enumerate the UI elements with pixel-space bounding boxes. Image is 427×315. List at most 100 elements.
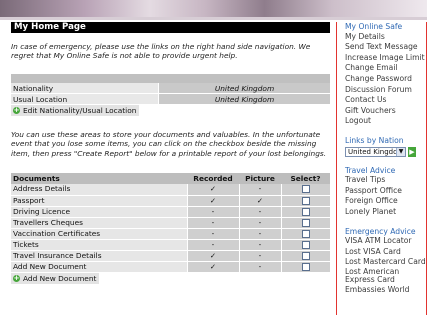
- nav-link-gift-vouchers[interactable]: Gift Vouchers: [345, 106, 426, 117]
- picture-mark: -: [238, 239, 281, 251]
- recorded-mark: ✓: [186, 195, 239, 207]
- select-checkbox[interactable]: [301, 240, 310, 249]
- select-cell: [280, 206, 330, 218]
- nav-link-change-email[interactable]: Change Email: [345, 63, 426, 74]
- document-name[interactable]: Tickets: [11, 239, 187, 251]
- recorded-mark: ✓: [186, 184, 239, 196]
- select-cell: [280, 239, 330, 251]
- select-cell: [280, 184, 330, 196]
- add-icon: +: [13, 106, 20, 114]
- recorded-mark: ✓: [186, 250, 239, 262]
- go-arrow-icon[interactable]: ▶: [408, 146, 416, 157]
- picture-column-header: Picture: [239, 173, 281, 184]
- document-name[interactable]: Travellers Cheques: [11, 217, 187, 229]
- nav-link-increase-image-limit[interactable]: Increase Image Limit: [345, 53, 426, 64]
- documents-column-header: Documents: [11, 173, 187, 184]
- storage-note: You can use these areas to store your do…: [11, 130, 327, 158]
- document-name[interactable]: Passport: [11, 195, 187, 207]
- section-heading: Links by Nation: [345, 135, 404, 145]
- select-checkbox[interactable]: [301, 185, 310, 194]
- usual-location-label: Usual Location: [11, 94, 158, 105]
- nav-link-discussion-forum[interactable]: Discussion Forum: [345, 85, 426, 96]
- document-name[interactable]: Travel Insurance Details: [11, 250, 187, 262]
- document-name[interactable]: Vaccination Certificates: [11, 228, 187, 240]
- add-new-document-button[interactable]: + Add New Document: [11, 272, 100, 284]
- table-row: Travellers Cheques - -: [11, 217, 330, 229]
- nationality-value: United Kingdom: [158, 83, 330, 94]
- nav-link-change-password[interactable]: Change Password: [345, 74, 426, 85]
- my-online-safe-section: My Online Safe My Details Send Text Mess…: [345, 22, 426, 127]
- nav-link-contact-us[interactable]: Contact Us: [345, 95, 426, 106]
- documents-table: Documents Recorded Picture Select? Addre…: [11, 173, 330, 273]
- recorded-mark: ✓: [186, 261, 239, 273]
- nav-link-lost-visa-card[interactable]: Lost VISA Card: [345, 247, 426, 258]
- select-checkbox[interactable]: [301, 218, 310, 227]
- usual-location-row: Usual Location United Kingdom: [11, 94, 330, 105]
- picture-mark: -: [238, 261, 281, 273]
- section-heading[interactable]: Travel Advice: [345, 166, 426, 176]
- nav-link-my-details[interactable]: My Details: [345, 32, 426, 43]
- links-by-nation-section: Links by Nation United Kingdom ▼ ▶: [345, 136, 426, 157]
- add-icon: +: [13, 273, 20, 282]
- table-row: Add New Document ✓ -: [11, 261, 330, 273]
- main-content: My Home Page In case of emergency, pleas…: [11, 22, 330, 284]
- nation-select[interactable]: United Kingdom ▼: [345, 146, 406, 157]
- select-checkbox[interactable]: [301, 251, 310, 260]
- select-checkbox[interactable]: [301, 207, 310, 216]
- table-row: Tickets - -: [11, 239, 330, 251]
- nationality-row: Nationality United Kingdom: [11, 83, 330, 94]
- nav-link-lost-amex-card[interactable]: Lost American Express Card: [345, 267, 426, 285]
- select-cell: [280, 261, 330, 273]
- picture-mark: -: [238, 228, 281, 240]
- edit-nationality-button[interactable]: + Edit Nationality/Usual Location: [11, 105, 140, 116]
- select-checkbox[interactable]: [301, 196, 310, 205]
- table-row: Vaccination Certificates - -: [11, 228, 330, 240]
- table-row: Passport ✓ ✓: [11, 195, 330, 207]
- select-cell: [280, 195, 330, 207]
- picture-mark: -: [238, 217, 281, 229]
- nav-link-foreign-office[interactable]: Foreign Office: [345, 196, 426, 207]
- recorded-mark: -: [186, 206, 239, 218]
- picture-mark: -: [238, 184, 281, 196]
- table-row: Travel Insurance Details ✓ -: [11, 250, 330, 262]
- select-cell: [280, 250, 330, 262]
- document-name[interactable]: Add New Document: [11, 261, 187, 273]
- add-new-document-label: Add New Document: [23, 273, 97, 283]
- usual-location-value: United Kingdom: [158, 94, 330, 105]
- right-navigation: My Online Safe My Details Send Text Mess…: [336, 22, 427, 315]
- select-cell: [280, 217, 330, 229]
- select-checkbox[interactable]: [301, 229, 310, 238]
- select-checkbox[interactable]: [301, 262, 310, 271]
- nav-link-lonely-planet[interactable]: Lonely Planet: [345, 207, 426, 218]
- nav-link-send-text-message[interactable]: Send Text Message: [345, 42, 426, 53]
- nation-selector: United Kingdom ▼ ▶: [345, 146, 426, 157]
- picture-mark: -: [238, 206, 281, 218]
- emergency-note: In case of emergency, please use the lin…: [11, 42, 311, 61]
- picture-mark: ✓: [238, 195, 281, 207]
- nationality-label: Nationality: [11, 83, 158, 94]
- select-cell: [280, 228, 330, 240]
- recorded-mark: -: [186, 239, 239, 251]
- nav-link-logout[interactable]: Logout: [345, 116, 426, 127]
- header-banner: [0, 0, 427, 20]
- nationality-header-bar: [11, 74, 330, 83]
- nav-link-travel-tips[interactable]: Travel Tips: [345, 175, 426, 186]
- picture-mark: -: [238, 250, 281, 262]
- nav-link-embassies-world[interactable]: Embassies World: [345, 285, 426, 296]
- select-column-header: Select?: [281, 173, 330, 184]
- nav-link-visa-atm-locator[interactable]: VISA ATM Locator: [345, 236, 426, 247]
- recorded-column-header: Recorded: [187, 173, 239, 184]
- document-name[interactable]: Driving Licence: [11, 206, 187, 218]
- emergency-advice-section: Emergency Advice VISA ATM Locator Lost V…: [345, 227, 426, 296]
- section-heading[interactable]: Emergency Advice: [345, 227, 426, 237]
- section-heading[interactable]: My Online Safe: [345, 22, 426, 32]
- documents-table-header: Documents Recorded Picture Select?: [11, 173, 330, 184]
- document-name[interactable]: Address Details: [11, 184, 187, 196]
- edit-nationality-label: Edit Nationality/Usual Location: [23, 106, 137, 115]
- travel-advice-section: Travel Advice Travel Tips Passport Offic…: [345, 166, 426, 218]
- nav-link-passport-office[interactable]: Passport Office: [345, 186, 426, 197]
- table-row: Address Details ✓ -: [11, 184, 330, 196]
